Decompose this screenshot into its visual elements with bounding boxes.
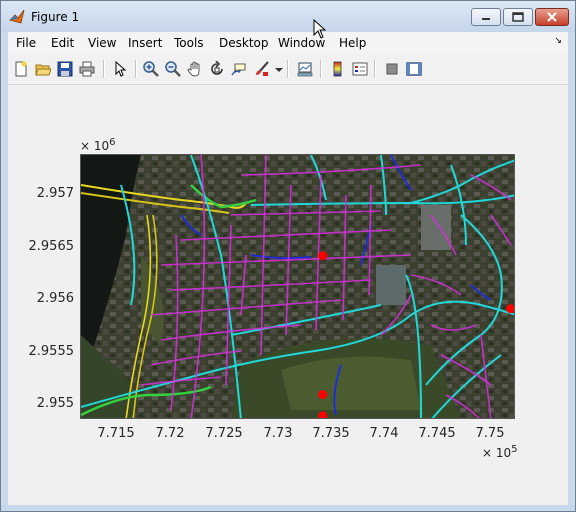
show-plot-tools-icon[interactable] xyxy=(404,59,424,79)
y-exponent: × 106 xyxy=(80,137,116,153)
menu-edit[interactable]: Edit xyxy=(51,36,74,50)
rotate-3d-icon[interactable] xyxy=(207,59,227,79)
minimize-button[interactable] xyxy=(471,8,501,26)
menu-view[interactable]: View xyxy=(88,36,116,50)
menu-help[interactable]: Help xyxy=(339,36,366,50)
pan-icon[interactable] xyxy=(185,59,205,79)
matlab-icon xyxy=(9,9,25,25)
x-tick-label: 7.73 xyxy=(263,426,293,441)
zoom-out-icon[interactable] xyxy=(163,59,183,79)
x-exponent: × 105 xyxy=(482,444,518,460)
toolbar-separator xyxy=(103,60,105,78)
x-tick-label: 7.72 xyxy=(155,426,185,441)
x-tick-label: 7.735 xyxy=(312,426,350,441)
legend-icon[interactable] xyxy=(350,59,370,79)
new-figure-icon[interactable] xyxy=(11,59,31,79)
menu-file[interactable]: File xyxy=(16,36,36,50)
hide-plot-tools-icon[interactable] xyxy=(382,59,402,79)
dock-arrow-icon[interactable]: ↘ xyxy=(554,36,562,46)
menu-insert[interactable]: Insert xyxy=(128,36,162,50)
x-tick-label: 7.745 xyxy=(418,426,456,441)
y-tick-label: 2.9555 xyxy=(28,344,75,359)
mouse-cursor-icon xyxy=(313,19,327,39)
y-tick-label: 2.956 xyxy=(36,291,74,306)
zoom-in-icon[interactable] xyxy=(141,59,161,79)
x-tick-label: 7.75 xyxy=(475,426,505,441)
pointer-icon[interactable] xyxy=(110,59,130,79)
x-tick-label: 7.725 xyxy=(205,426,243,441)
menu-desktop[interactable]: Desktop xyxy=(219,36,269,50)
save-icon[interactable] xyxy=(55,59,75,79)
toolbar-separator xyxy=(135,60,137,78)
toolbar-separator xyxy=(287,60,289,78)
window-title: Figure 1 xyxy=(31,10,80,24)
data-cursor-icon[interactable] xyxy=(229,59,249,79)
brush-dropdown-icon[interactable] xyxy=(272,59,283,79)
colorbar-icon[interactable] xyxy=(328,59,348,79)
menu-tools[interactable]: Tools xyxy=(174,36,204,50)
y-tick-label: 2.9565 xyxy=(28,239,75,254)
toolbar-separator xyxy=(374,60,376,78)
red-marker-point xyxy=(506,304,514,314)
red-marker-point xyxy=(318,390,328,400)
title-bar[interactable]: Figure 1 xyxy=(1,1,575,32)
red-marker-point xyxy=(318,251,328,261)
y-tick-label: 2.955 xyxy=(36,396,74,411)
y-tick-label: 2.957 xyxy=(36,186,74,201)
link-plot-icon[interactable] xyxy=(295,59,315,79)
toolbar-separator xyxy=(320,60,322,78)
print-icon[interactable] xyxy=(77,59,97,79)
close-button[interactable] xyxy=(535,8,569,26)
open-file-icon[interactable] xyxy=(33,59,53,79)
x-tick-label: 7.74 xyxy=(369,426,399,441)
menu-bar: File Edit View Insert Tools Desktop Wind… xyxy=(8,32,568,54)
x-tick-label: 7.715 xyxy=(97,426,135,441)
brush-icon[interactable] xyxy=(252,59,272,79)
figure-toolbar xyxy=(8,54,568,85)
map-image xyxy=(81,155,514,418)
maximize-button[interactable] xyxy=(503,8,533,26)
plot-axes[interactable] xyxy=(80,154,515,419)
